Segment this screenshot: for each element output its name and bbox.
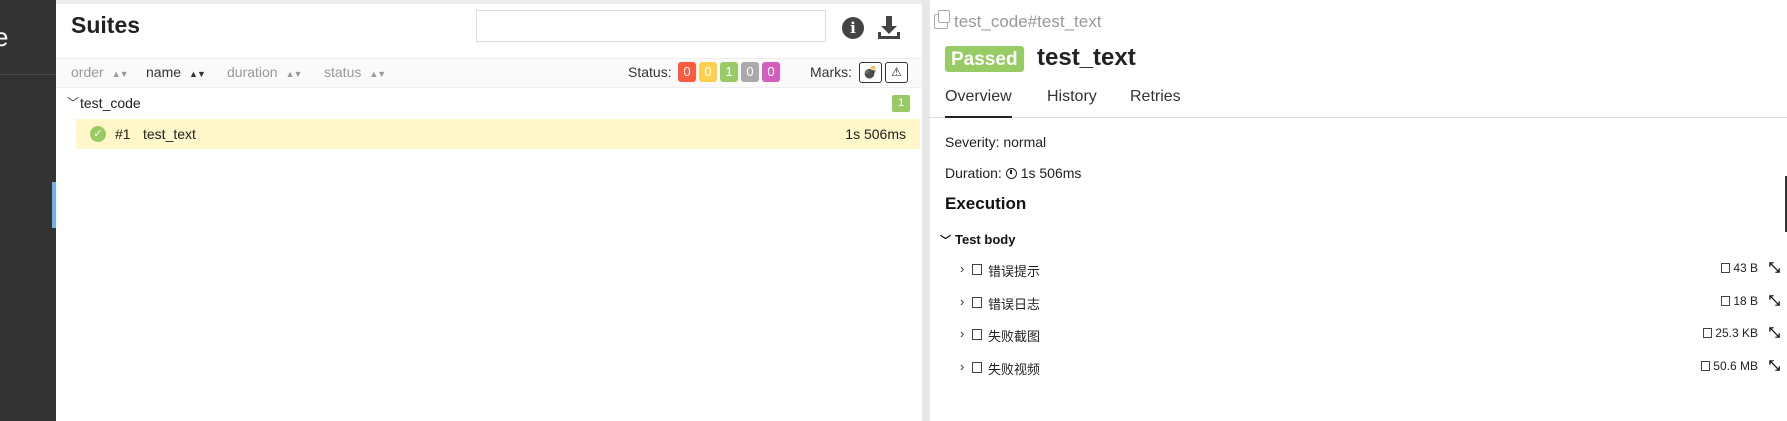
flaky-icon[interactable]: 💣 [859, 62, 882, 83]
suite-group-name: test_code [80, 95, 141, 111]
column-name[interactable]: name ▲▼ [146, 64, 206, 80]
chevron-right-icon: › [960, 326, 965, 341]
search-input[interactable] [476, 10, 826, 42]
tab-overview[interactable]: Overview [945, 88, 1012, 118]
expand-icon[interactable]: ⤡ [1769, 292, 1780, 309]
page-title: Suites [71, 12, 141, 38]
sort-both-icon: ▲▼ [111, 69, 129, 79]
download-icon[interactable] [876, 14, 902, 42]
chevron-right-icon: › [960, 294, 965, 309]
disk-icon [1701, 361, 1711, 371]
test-detail-pane: test_code#test_text Passed test_text Ove… [930, 0, 1787, 421]
expand-icon[interactable]: ⤡ [1769, 259, 1780, 276]
check-circle-icon: ✓ [90, 126, 106, 142]
tab-retries[interactable]: Retries [1130, 88, 1181, 118]
sidebar-divider [0, 74, 56, 75]
execution-heading: Execution [945, 194, 1027, 213]
attachment-name: 错误提示 [988, 264, 1041, 279]
test-duration: 1s 506ms [845, 126, 906, 142]
chevron-down-icon: ﹀ [940, 235, 951, 247]
marks-filter-label: Marks: [810, 64, 852, 80]
info-icon[interactable]: i [842, 17, 864, 39]
disk-icon [1721, 296, 1731, 306]
brand-logo-text: e [0, 22, 9, 52]
image-file-icon [972, 329, 982, 340]
attachment-size: 18 B [1721, 294, 1758, 308]
status-filter-label: Status: [628, 64, 672, 80]
chevron-right-icon: › [960, 359, 965, 374]
sort-both-icon: ▲▼ [285, 69, 303, 79]
sort-both-icon: ▲▼ [369, 69, 386, 79]
test-title: test_text [1037, 44, 1136, 71]
chevron-down-icon: ﹀ [67, 96, 80, 110]
duration-row: Duration: 1s 506ms [945, 165, 1081, 181]
attachment-row[interactable]: › 错误日志 18 B ⤡ [960, 288, 1780, 316]
suite-passed-count: 1 [892, 95, 910, 112]
video-file-icon [972, 362, 982, 373]
status-unknown-badge[interactable]: 0 [762, 62, 780, 82]
pane-splitter[interactable] [922, 0, 930, 421]
status-skipped-badge[interactable]: 0 [741, 62, 759, 82]
column-status-label: status [324, 64, 362, 80]
attachment-size: 43 B [1721, 261, 1758, 275]
duration-value: 1s 506ms [1020, 165, 1082, 181]
status-failed-badge[interactable]: 0 [678, 62, 696, 82]
test-case-row[interactable]: ✓ #1 test_text 1s 506ms [76, 119, 920, 149]
disk-icon [1721, 263, 1731, 273]
attachment-size: 25.3 KB [1703, 326, 1758, 340]
text-file-icon [972, 297, 982, 308]
severity-text: Severity: normal [945, 134, 1047, 150]
attachment-row[interactable]: › 错误提示 43 B ⤡ [960, 255, 1780, 283]
expand-icon[interactable]: ⤡ [1769, 357, 1780, 374]
suites-pane: Suites i order ▲▼ name ▲▼ duration ▲▼ statu… [56, 0, 922, 421]
status-badge: Passed [945, 46, 1024, 72]
warning-icon[interactable]: ⚠ [885, 62, 908, 83]
attachment-row[interactable]: › 失败截图 25.3 KB ⤡ [960, 320, 1780, 348]
expand-icon[interactable]: ⤡ [1769, 324, 1780, 341]
duration-label: Duration: [945, 165, 1002, 181]
suite-group-row[interactable]: ﹀ test_code 1 [56, 90, 922, 118]
attachment-name: 错误日志 [988, 297, 1041, 312]
clock-icon [1005, 168, 1017, 179]
sidebar: e [0, 0, 56, 421]
column-duration[interactable]: duration ▲▼ [227, 64, 303, 80]
attachment-name: 失败视频 [988, 362, 1041, 377]
table-header: order ▲▼ name ▲▼ duration ▲▼ status ▲▼ Statu… [56, 58, 922, 88]
status-broken-badge[interactable]: 0 [699, 62, 717, 82]
column-order[interactable]: order ▲▼ [71, 64, 129, 80]
text-file-icon [972, 264, 982, 275]
attachment-size-text: 25.3 KB [1715, 326, 1758, 340]
column-duration-label: duration [227, 64, 278, 80]
top-divider [56, 0, 922, 4]
attachment-size-text: 43 B [1733, 261, 1758, 275]
copy-icon[interactable] [934, 10, 950, 29]
detail-tabs: Overview History Retries [930, 82, 1787, 118]
sort-asc-icon: ▲▼ [189, 69, 206, 79]
disk-icon [1703, 328, 1713, 338]
test-number: #1 [115, 126, 131, 142]
status-passed-badge[interactable]: 1 [720, 62, 738, 82]
breadcrumb[interactable]: test_code#test_text [934, 10, 1102, 32]
attachment-row[interactable]: › 失败视频 50.6 MB ⤡ [960, 353, 1780, 381]
attachment-size: 50.6 MB [1701, 359, 1758, 373]
step-title: Test body [955, 232, 1016, 247]
tab-history[interactable]: History [1047, 88, 1097, 118]
attachment-size-text: 50.6 MB [1713, 359, 1758, 373]
attachment-size-text: 18 B [1733, 294, 1758, 308]
chevron-right-icon: › [960, 261, 965, 276]
column-status[interactable]: status ▲▼ [324, 64, 386, 80]
step-test-body[interactable]: ﹀ Test body [940, 232, 1015, 248]
test-name: test_text [143, 126, 196, 142]
attachment-name: 失败截图 [988, 329, 1041, 344]
breadcrumb-text: test_code#test_text [954, 12, 1102, 31]
column-name-label: name [146, 64, 182, 80]
column-order-label: order [71, 64, 104, 80]
